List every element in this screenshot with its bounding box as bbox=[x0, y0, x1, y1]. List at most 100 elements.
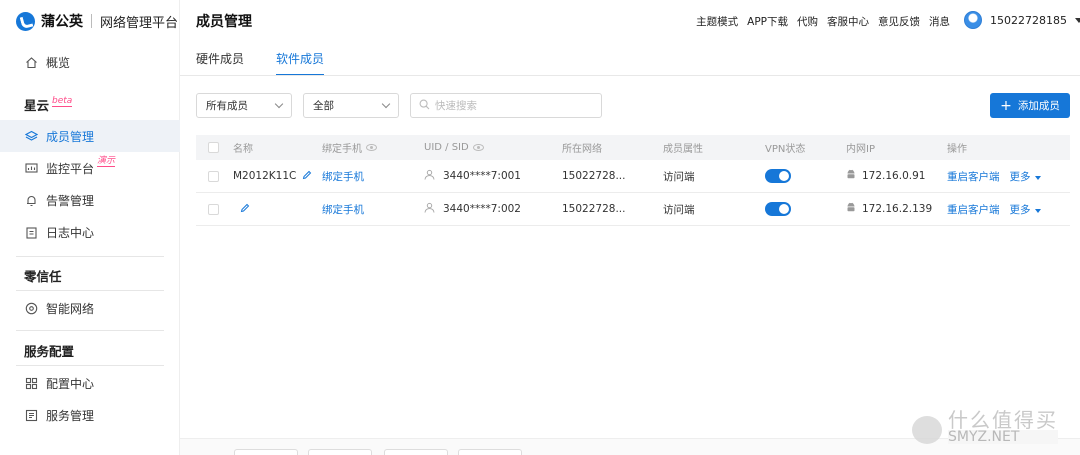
purchase-link[interactable]: 代购 bbox=[797, 14, 818, 29]
table-header: 名称 绑定手机 UID / SID 所在网络 成员属性 VPN状态 内网IP 操… bbox=[196, 135, 1070, 160]
toggle-switch bbox=[765, 169, 791, 183]
more-dropdown[interactable]: 更多 bbox=[1010, 169, 1041, 184]
watermark-logo-icon bbox=[912, 416, 942, 444]
scope-value: 全部 bbox=[313, 100, 334, 112]
eye-icon[interactable] bbox=[366, 144, 377, 151]
android-icon bbox=[846, 202, 856, 216]
home-icon bbox=[24, 55, 38, 69]
group-title-service-config: 服务配置 bbox=[24, 344, 75, 359]
col-uid: UID / SID bbox=[424, 142, 484, 153]
actions-cell: 重启客户端 更多 bbox=[947, 169, 1041, 184]
avatar bbox=[964, 11, 982, 29]
members-table: 名称 绑定手机 UID / SID 所在网络 成员属性 VPN状态 内网IP 操… bbox=[196, 135, 1070, 226]
beta-tag: beta bbox=[52, 96, 73, 107]
grid-icon bbox=[24, 376, 38, 390]
col-vpn-status: VPN状态 bbox=[765, 144, 806, 155]
sidebar-item-smart-network[interactable]: 智能网络 bbox=[0, 292, 180, 324]
bind-phone-link[interactable]: 绑定手机 bbox=[322, 169, 364, 184]
search-icon bbox=[419, 99, 430, 113]
sidebar-item-alerts[interactable]: 告警管理 bbox=[0, 184, 180, 216]
member-name: M2012K11C bbox=[233, 170, 312, 183]
app-download-link[interactable]: APP下载 bbox=[747, 14, 788, 29]
sidebar-item-config-center[interactable]: 配置中心 bbox=[0, 367, 180, 399]
col-attribute: 成员属性 bbox=[663, 144, 703, 155]
select-all-checkbox[interactable] bbox=[208, 142, 219, 153]
bell-icon bbox=[24, 193, 38, 207]
member-tabs: 硬件成员 软件成员 bbox=[196, 44, 325, 76]
col-name: 名称 bbox=[233, 144, 253, 155]
footer-control[interactable] bbox=[384, 449, 448, 455]
sidebar-item-members[interactable]: 成员管理 bbox=[0, 120, 180, 152]
sidebar-item-overview[interactable]: 概览 bbox=[0, 46, 180, 78]
sidebar-item-label: 日志中心 bbox=[46, 225, 95, 240]
sidebar-divider bbox=[16, 365, 164, 366]
watermark-text: 什么值得买 SMYZ.NET bbox=[948, 410, 1058, 444]
restart-client-link[interactable]: 重启客户端 bbox=[947, 169, 1000, 184]
footer-control[interactable] bbox=[308, 449, 372, 455]
user-menu[interactable]: 15022728185 bbox=[964, 11, 1080, 29]
sidebar-divider bbox=[16, 330, 164, 331]
col-phone-label: 绑定手机 bbox=[322, 144, 362, 155]
list-box-icon bbox=[24, 408, 38, 422]
ip-text: 172.16.0.91 bbox=[862, 170, 926, 182]
toggle-switch bbox=[765, 202, 791, 216]
col-actions: 操作 bbox=[947, 144, 967, 155]
network-cell: 15022728... bbox=[562, 170, 626, 182]
member-type-value: 所有成员 bbox=[206, 100, 248, 112]
restart-client-link[interactable]: 重启客户端 bbox=[947, 202, 1000, 217]
more-dropdown[interactable]: 更多 bbox=[1010, 202, 1041, 217]
sidebar-item-logs[interactable]: 日志中心 bbox=[0, 216, 180, 248]
member-name bbox=[233, 203, 250, 216]
user-account: 15022728185 bbox=[990, 13, 1067, 27]
footer-control[interactable] bbox=[458, 449, 522, 455]
eye-icon[interactable] bbox=[472, 144, 484, 151]
add-member-button[interactable]: + 添加成员 bbox=[990, 93, 1070, 118]
network-circle-icon bbox=[24, 301, 38, 315]
demo-tag: 演示 bbox=[97, 155, 116, 167]
sidebar-item-service-management[interactable]: 服务管理 bbox=[0, 399, 180, 431]
sidebar-item-label: 配置中心 bbox=[46, 376, 95, 391]
network-cell: 15022728... bbox=[562, 203, 626, 215]
messages-link[interactable]: 消息 bbox=[929, 14, 950, 29]
sidebar-item-monitor[interactable]: 监控平台 演示 bbox=[0, 152, 180, 184]
pencil-icon[interactable] bbox=[302, 170, 312, 183]
bind-phone-link[interactable]: 绑定手机 bbox=[322, 202, 364, 217]
brand-name: 蒲公英 bbox=[41, 14, 83, 30]
plus-icon: + bbox=[1000, 97, 1012, 114]
footer-control[interactable] bbox=[234, 449, 298, 455]
actions-cell: 重启客户端 更多 bbox=[947, 202, 1041, 217]
ip-text: 172.16.2.139 bbox=[862, 203, 933, 215]
brand-divider bbox=[91, 14, 92, 28]
caret-down-icon bbox=[1034, 208, 1041, 213]
chevron-down-icon bbox=[381, 99, 391, 109]
group-title-zero-trust: 零信任 bbox=[24, 269, 62, 284]
member-type-select[interactable]: 所有成员 bbox=[196, 93, 292, 118]
uid-cell: 3440****7:002 bbox=[424, 202, 521, 216]
tab-hardware-members[interactable]: 硬件成员 bbox=[196, 44, 244, 75]
brand-logo[interactable]: 蒲公英 网络管理平台 bbox=[16, 10, 178, 32]
tab-software-members[interactable]: 软件成员 bbox=[276, 44, 325, 76]
row-checkbox[interactable] bbox=[208, 170, 219, 182]
feedback-link[interactable]: 意见反馈 bbox=[878, 14, 920, 29]
col-phone: 绑定手机 bbox=[322, 140, 377, 155]
ip-cell: 172.16.0.91 bbox=[846, 169, 925, 183]
sidebar-item-label: 服务管理 bbox=[46, 408, 95, 423]
search-input[interactable] bbox=[435, 99, 595, 112]
group-title-text: 星云 bbox=[24, 98, 50, 113]
table-row: 绑定手机 3440****7:002 15022728... 访问端 172.1… bbox=[196, 193, 1070, 226]
sidebar-item-label: 智能网络 bbox=[46, 301, 95, 316]
sidebar-item-label: 成员管理 bbox=[46, 129, 95, 144]
sidebar-item-label: 告警管理 bbox=[46, 193, 95, 208]
support-center-link[interactable]: 客服中心 bbox=[827, 14, 869, 29]
theme-mode-link[interactable]: 主题模式 bbox=[696, 14, 738, 29]
android-icon bbox=[846, 169, 856, 183]
vpn-toggle[interactable] bbox=[765, 169, 791, 183]
pencil-icon[interactable] bbox=[240, 203, 250, 216]
checkbox bbox=[208, 170, 219, 182]
vpn-toggle[interactable] bbox=[765, 202, 791, 216]
sidebar: 蒲公英 网络管理平台 概览 星云 beta 成员管理 监控平台 演示 告警管理 … bbox=[0, 0, 180, 455]
uid-cell: 3440****7:001 bbox=[424, 169, 521, 183]
scope-select[interactable]: 全部 bbox=[303, 93, 399, 118]
search-box bbox=[410, 93, 602, 118]
row-checkbox[interactable] bbox=[208, 203, 219, 215]
